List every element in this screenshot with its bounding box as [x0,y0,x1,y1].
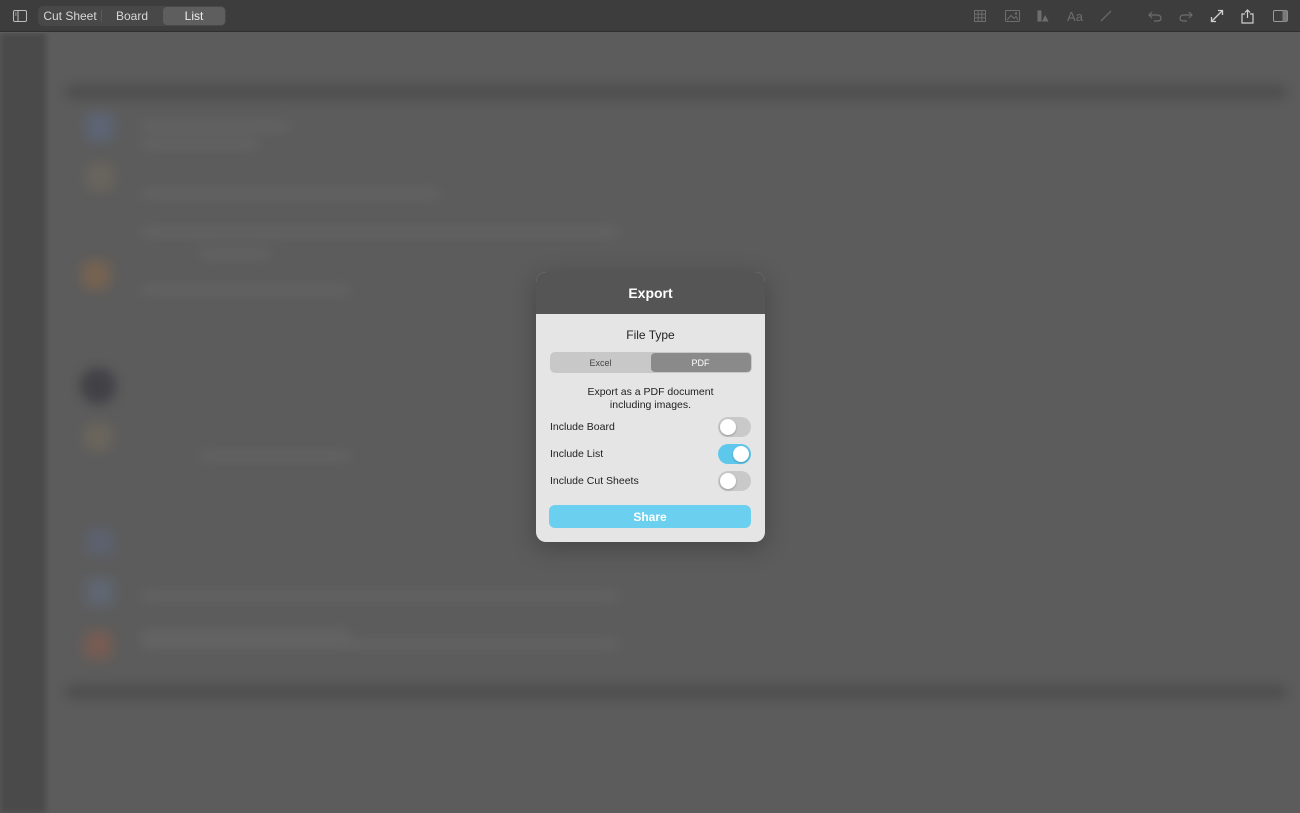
blurred-line [140,141,260,147]
file-type-excel[interactable]: Excel [551,353,651,372]
blurred-header-bar [66,85,1286,99]
blurred-line [140,631,350,637]
blurred-thumb [86,528,114,556]
description-line: Export as a PDF document [587,386,714,398]
toggle-knob [733,446,749,462]
option-include-list: Include List [550,443,751,465]
blurred-thumb [86,163,114,191]
option-label: Include Cut Sheets [550,475,639,487]
include-board-toggle[interactable] [718,417,751,437]
expand-icon[interactable] [1207,0,1227,32]
undo-icon[interactable] [1145,0,1165,32]
blurred-footer-bar [66,685,1286,699]
toggle-knob [720,473,736,489]
text-format-icon[interactable]: Aa [1064,0,1086,32]
export-description: Export as a PDF document including image… [536,386,765,412]
blurred-thumb [86,113,114,141]
file-type-pdf[interactable]: PDF [650,353,751,372]
file-type-label: File Type [626,328,675,342]
option-label: Include Board [550,421,615,433]
redo-icon[interactable] [1176,0,1196,32]
share-icon[interactable] [1237,0,1257,32]
include-list-toggle[interactable] [718,444,751,464]
include-cut-sheets-toggle[interactable] [718,471,751,491]
blurred-line [140,287,350,293]
option-label: Include List [550,448,604,460]
image-icon[interactable] [1001,0,1023,32]
view-segmented-control: Cut Sheet Board List [38,6,226,26]
pen-icon[interactable] [1096,0,1116,32]
description-line: including images. [609,399,692,411]
dialog-title: Export [536,272,765,314]
top-toolbar: Cut Sheet Board List Aa [0,0,1300,32]
option-include-board: Include Board [550,416,751,438]
tab-board[interactable]: Board [101,7,163,25]
blurred-thumb [82,261,110,289]
tab-cut-sheet[interactable]: Cut Sheet [39,7,101,25]
blurred-line [140,123,290,129]
blurred-line [140,641,620,647]
blurred-line [200,453,350,459]
option-include-cut-sheets: Include Cut Sheets [550,470,751,492]
toggle-knob [720,419,736,435]
blurred-thumb [84,423,112,451]
blurred-line [140,229,620,235]
blurred-thumb [84,631,112,659]
share-button[interactable]: Share [549,505,751,528]
blurred-thumb [80,368,116,404]
grid-icon[interactable] [970,0,990,32]
shapes-icon[interactable] [1033,0,1053,32]
blurred-thumb [86,578,114,606]
file-type-segmented-control: Excel PDF [549,352,752,373]
blurred-line [140,593,620,599]
tab-list[interactable]: List [163,7,225,25]
sidebar-right-icon[interactable] [1270,0,1290,32]
export-dialog: Export File Type Excel PDF Export as a P… [536,272,765,542]
blurred-line [140,191,440,197]
sidebar-left-icon[interactable] [10,0,30,32]
blurred-line [200,251,270,257]
